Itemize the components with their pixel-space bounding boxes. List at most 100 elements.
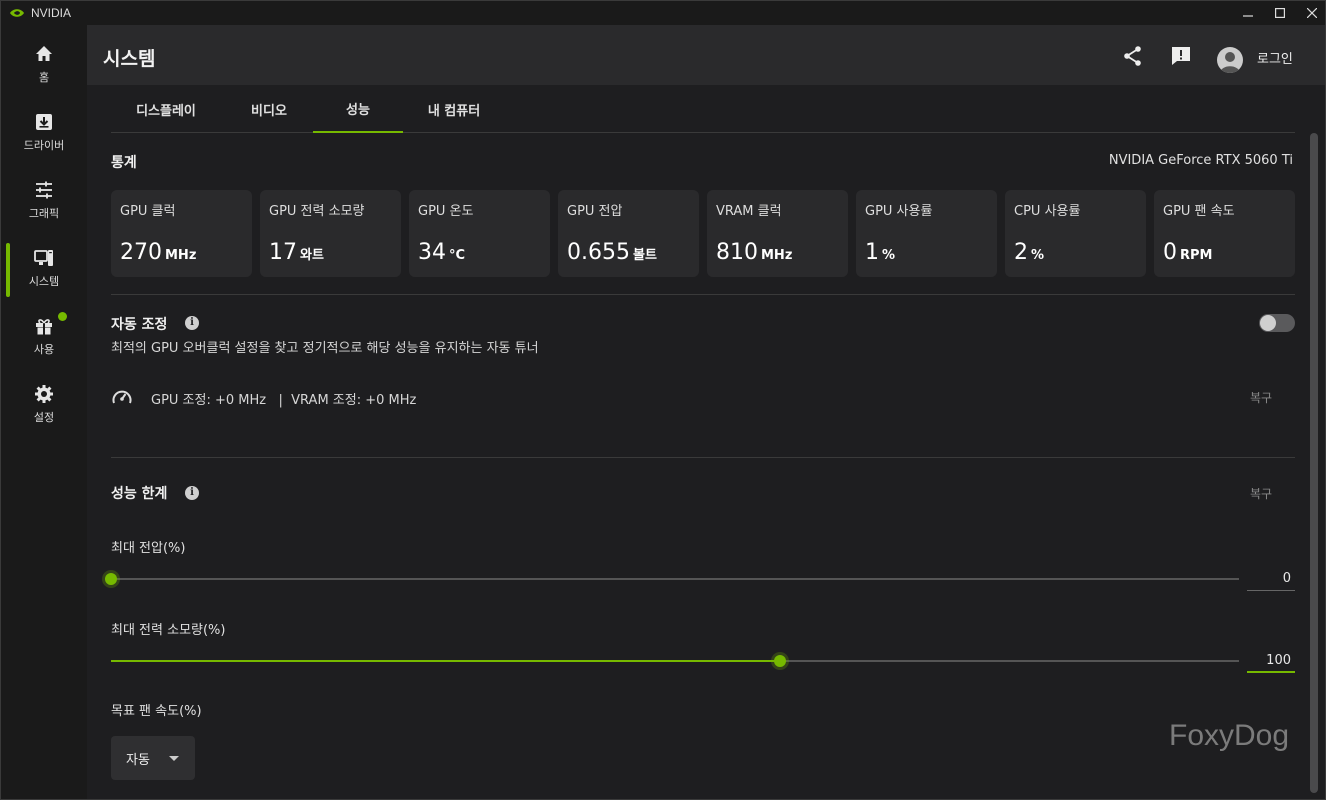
auto-tune-reset-button[interactable]: 복구: [1250, 389, 1272, 406]
stat-value: 0.655 볼트: [567, 240, 657, 265]
tab-video[interactable]: 비디오: [224, 85, 314, 133]
sidebar-item-settings[interactable]: 설정: [1, 375, 87, 435]
close-button[interactable]: [1295, 1, 1326, 25]
slider-thumb[interactable]: [105, 573, 117, 585]
stat-number: 2: [1014, 240, 1028, 265]
stat-number: 1: [865, 240, 879, 265]
stat-number: 34: [418, 240, 446, 265]
watermark: FoxyDog: [1169, 719, 1290, 752]
max-voltage-value[interactable]: 0: [1247, 571, 1295, 591]
stat-unit: %: [882, 248, 896, 263]
stat-value: 1%: [865, 240, 895, 265]
stat-value: 270 MHz: [120, 240, 196, 265]
avatar[interactable]: [1217, 47, 1243, 73]
stat-value: 34 °C: [418, 240, 465, 265]
auto-tune-title: 자동 조정: [111, 317, 168, 333]
login-button[interactable]: 로그인: [1257, 48, 1293, 67]
sidebar-item-label: 드라이버: [23, 139, 65, 152]
stat-card-gpu-temp: GPU 온도 34 °C: [409, 190, 550, 277]
sidebar-item-system[interactable]: 시스템: [1, 239, 87, 299]
performance-limits-title: 성능 한계: [111, 486, 168, 502]
system-icon: [34, 250, 53, 266]
stat-label: GPU 팬 속도: [1163, 204, 1235, 219]
page-title: 시스템: [103, 48, 156, 70]
sliders-icon: [36, 181, 52, 199]
tab-bar: 디스플레이 비디오 성능 내 컴퓨터: [111, 85, 1295, 133]
sidebar: 홈 드라이버 그래픽 시스템 사용 설정: [1, 25, 87, 799]
performance-limits-reset-button[interactable]: 복구: [1250, 485, 1272, 502]
stats-title: 통계: [111, 155, 137, 171]
app-title: NVIDIA: [31, 6, 72, 20]
sidebar-item-home[interactable]: 홈: [1, 35, 87, 95]
sidebar-item-redeem[interactable]: 사용: [1, 307, 87, 367]
minimize-button[interactable]: [1231, 1, 1265, 25]
stat-card-vram-clock: VRAM 클럭 810 MHz: [707, 190, 848, 277]
stat-label: GPU 전력 소모량: [269, 204, 365, 219]
divider: [111, 457, 1295, 458]
max-power-value[interactable]: 100: [1247, 653, 1295, 673]
gpu-name: NVIDIA GeForce RTX 5060 Ti: [1108, 153, 1293, 168]
tab-performance[interactable]: 성능: [313, 85, 403, 133]
stat-unit: %: [1031, 248, 1045, 263]
speedometer-icon: [112, 390, 132, 404]
gear-icon: [35, 385, 53, 403]
stat-unit: °C: [449, 248, 466, 263]
stat-value: 810 MHz: [716, 240, 792, 265]
max-power-label: 최대 전력 소모량(%): [111, 623, 226, 638]
fan-speed-dropdown[interactable]: 자동: [111, 736, 195, 780]
auto-tune-toggle[interactable]: [1259, 314, 1295, 332]
stat-label: GPU 클럭: [120, 204, 176, 219]
maximize-button[interactable]: [1263, 1, 1297, 25]
share-icon[interactable]: [1121, 44, 1145, 68]
tab-display[interactable]: 디스플레이: [121, 85, 211, 133]
stat-number: 0.655: [567, 240, 630, 265]
stat-number: 0: [1163, 240, 1177, 265]
tab-my-computer[interactable]: 내 컴퓨터: [409, 85, 499, 133]
page-header: 시스템 로그인: [87, 25, 1325, 85]
stat-label: GPU 전압: [567, 204, 623, 219]
caret-down-icon: [169, 756, 179, 761]
stat-card-gpu-usage: GPU 사용률 1%: [856, 190, 997, 277]
tuning-offsets: GPU 조정: +0 MHz | VRAM 조정: +0 MHz: [151, 393, 417, 408]
max-voltage-slider[interactable]: [105, 573, 1239, 585]
slider-fill: [111, 660, 780, 662]
stat-card-cpu-usage: CPU 사용률 2%: [1005, 190, 1146, 277]
stat-number: 810: [716, 240, 758, 265]
minimize-icon: [1243, 15, 1253, 17]
download-icon: [36, 114, 52, 130]
sidebar-item-graphics[interactable]: 그래픽: [1, 171, 87, 231]
stat-number: 270: [120, 240, 162, 265]
info-icon[interactable]: i: [185, 486, 199, 500]
stat-card-gpu-voltage: GPU 전압 0.655 볼트: [558, 190, 699, 277]
divider: [111, 294, 1295, 295]
slider-thumb[interactable]: [773, 655, 786, 667]
nvidia-logo-icon: [10, 9, 24, 17]
stat-unit: MHz: [165, 248, 197, 263]
stat-value: 0 RPM: [1163, 240, 1212, 265]
sidebar-item-label: 사용: [33, 343, 55, 356]
notification-dot: [58, 312, 67, 321]
stat-card-gpu-clock: GPU 클럭 270 MHz: [111, 190, 252, 277]
stat-label: GPU 사용률: [865, 204, 933, 219]
gift-icon: [36, 319, 52, 335]
stat-unit: RPM: [1180, 248, 1213, 263]
sidebar-item-label: 시스템: [28, 275, 60, 288]
sidebar-item-driver[interactable]: 드라이버: [1, 103, 87, 163]
max-power-slider[interactable]: [111, 655, 1239, 667]
sidebar-item-label: 설정: [33, 411, 55, 424]
scrollbar[interactable]: [1310, 133, 1318, 793]
stat-unit: MHz: [761, 248, 793, 263]
feedback-icon[interactable]: [1169, 44, 1193, 68]
stat-label: CPU 사용률: [1014, 204, 1081, 219]
auto-tune-description: 최적의 GPU 오버클럭 설정을 찾고 정기적으로 해당 성능을 유지하는 자동…: [111, 341, 539, 356]
stat-label: VRAM 클럭: [716, 204, 782, 219]
stat-card-fan-speed: GPU 팬 속도 0 RPM: [1154, 190, 1295, 277]
maximize-icon: [1275, 8, 1285, 18]
info-icon[interactable]: i: [185, 316, 199, 330]
user-icon: [1220, 52, 1240, 73]
home-icon: [36, 46, 52, 61]
close-icon: [1307, 8, 1317, 18]
stat-number: 17: [269, 240, 297, 265]
stat-label: GPU 온도: [418, 204, 474, 219]
stat-unit: 와트: [300, 248, 324, 263]
